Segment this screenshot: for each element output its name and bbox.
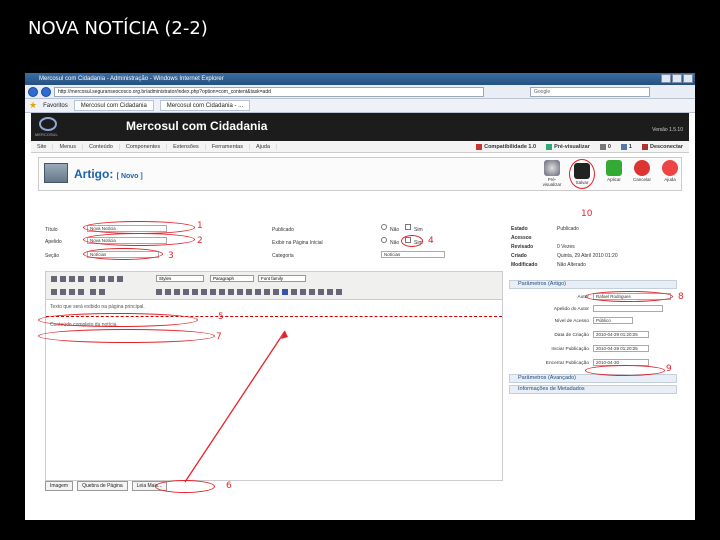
- annotation-number-9: 9: [666, 364, 672, 374]
- annotation-arrow: [184, 330, 288, 483]
- annotation-number-6: 6: [226, 481, 232, 491]
- annotation-number-5: 5: [218, 312, 224, 322]
- annotation-number-3: 3: [168, 251, 174, 261]
- annotation-number-2: 2: [197, 236, 203, 246]
- annotation-number-10: 10: [581, 209, 593, 219]
- annotation-number-7: 7: [216, 332, 222, 342]
- slide-title: NOVA NOTÍCIA (2-2): [28, 18, 208, 39]
- annotation-number-4: 4: [428, 236, 434, 246]
- annotation-number-1: 1: [197, 221, 203, 231]
- screenshot: Mercosul com Cidadania - Administração -…: [25, 73, 695, 520]
- annotation-number-8: 8: [678, 292, 684, 302]
